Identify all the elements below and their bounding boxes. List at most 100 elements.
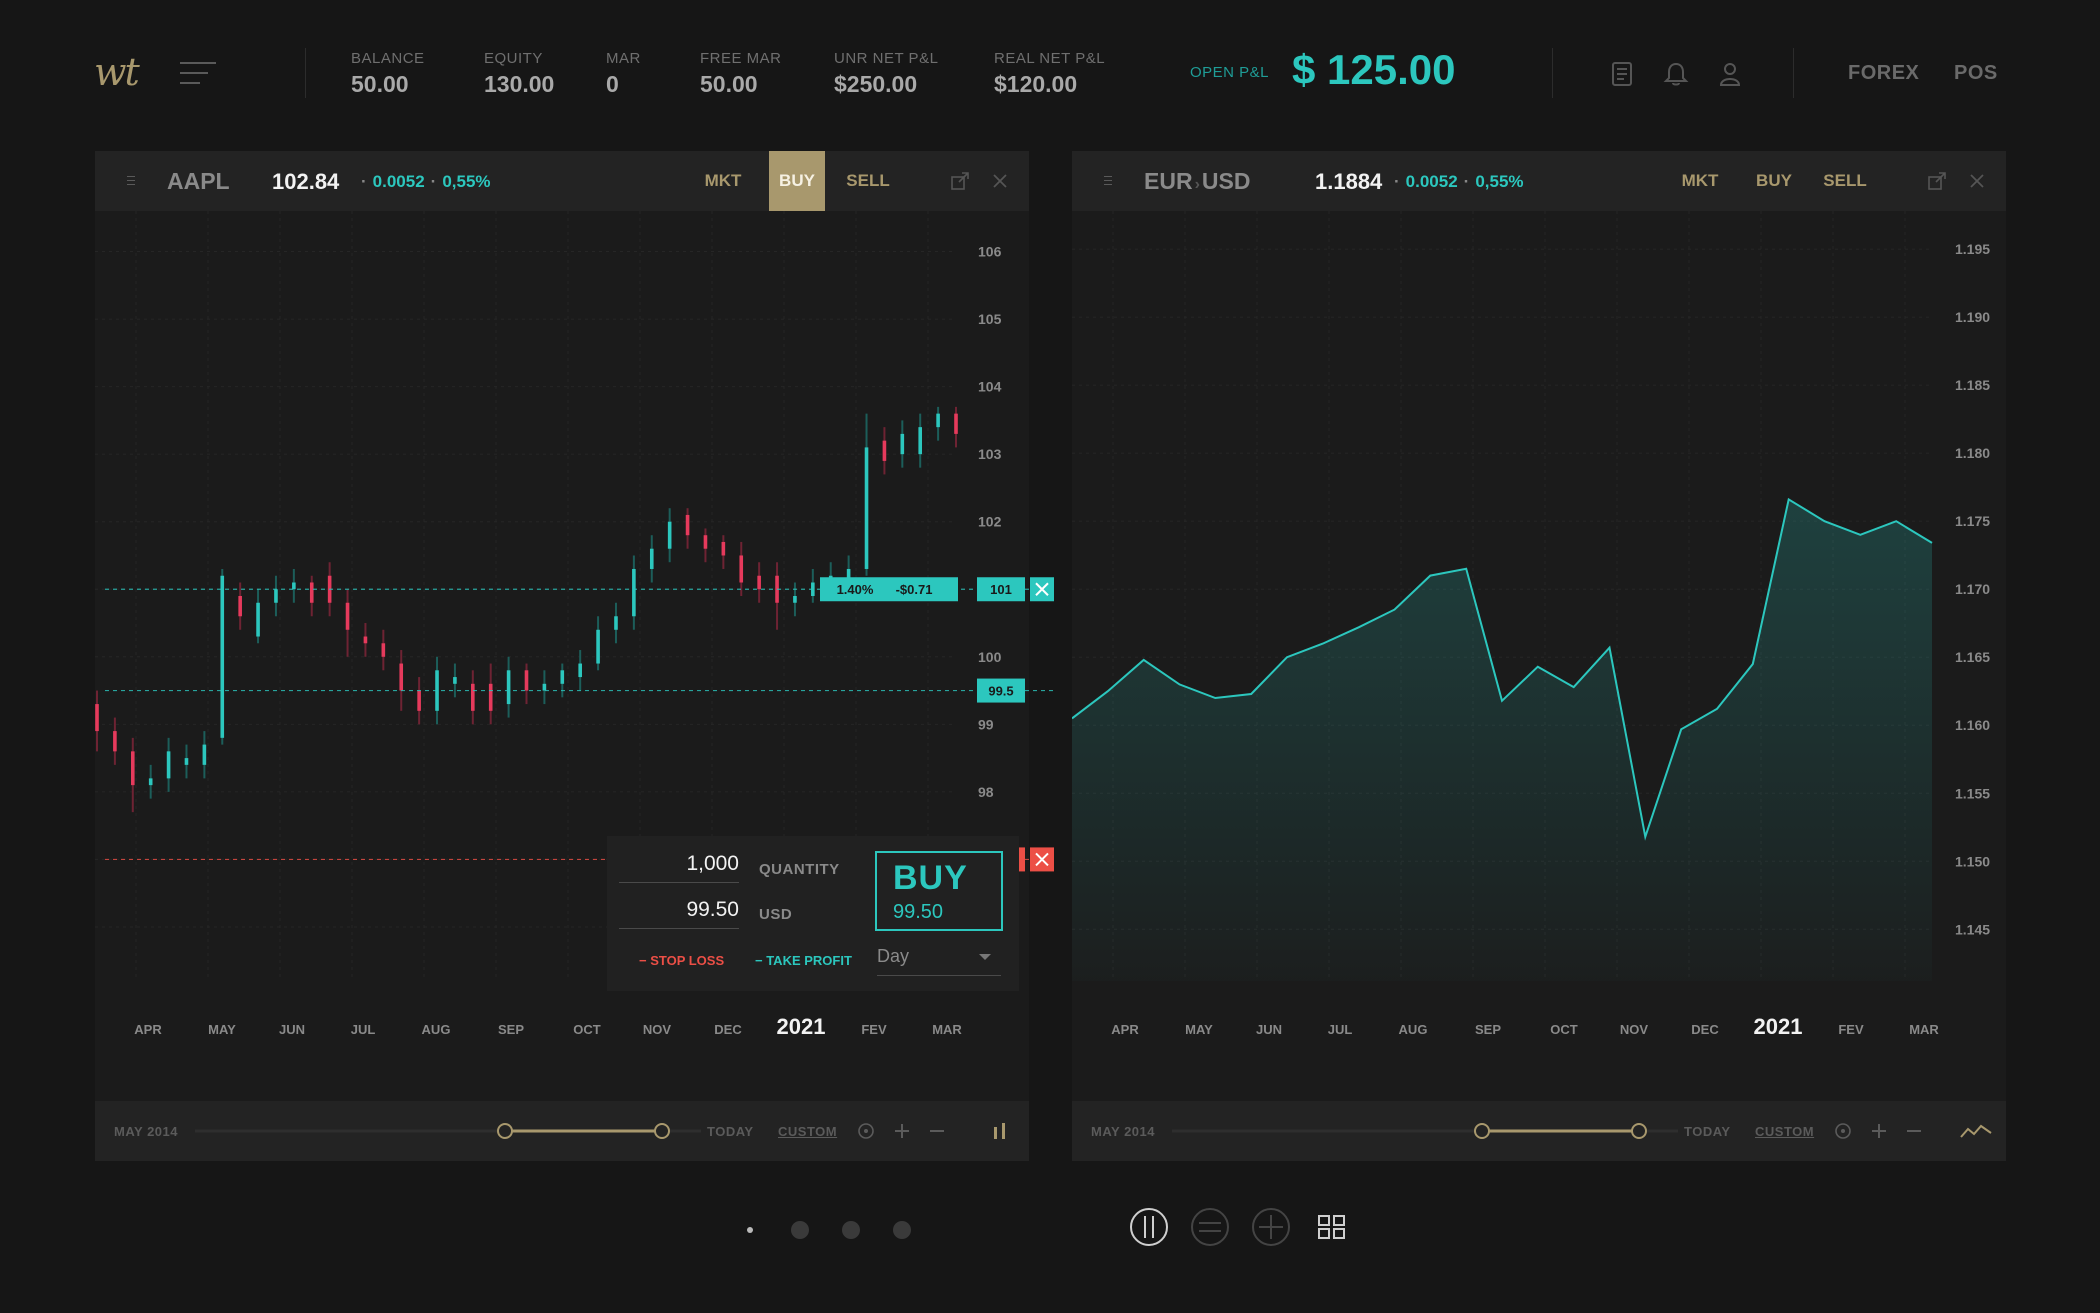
range-handle-start[interactable] <box>497 1123 513 1139</box>
range-handle-end[interactable] <box>654 1123 670 1139</box>
symbol-quote: USD <box>1201 168 1251 194</box>
candle-body <box>130 751 135 786</box>
candlestick-type-icon[interactable] <box>988 1119 1012 1143</box>
layout-rows-icon[interactable] <box>1190 1207 1230 1247</box>
x-tick-label: MAY <box>208 1022 236 1037</box>
zoom-out-icon[interactable] <box>925 1119 949 1143</box>
line-chart-type-icon[interactable] <box>1959 1119 1993 1143</box>
drag-handle-icon[interactable] <box>1104 176 1114 186</box>
candle-body <box>757 575 761 590</box>
x-tick-label: APR <box>1111 1022 1139 1037</box>
divider <box>305 48 306 98</box>
stat-value: $120.00 <box>994 71 1078 97</box>
range-handle-end[interactable] <box>1631 1123 1647 1139</box>
chart-panel-eurusd: EUR ›USD 1.1884 · 0.0052 · 0,55% MKT BUY SEL… <box>1072 151 2006 1161</box>
order-ticket: 1,000 QUANTITY 99.50 USD BUY 99.50 − STO… <box>607 836 1019 991</box>
candle-body <box>632 568 636 617</box>
stat-label: MAR <box>606 50 641 67</box>
layout-columns-icon[interactable] <box>1129 1207 1169 1247</box>
page-dot-active[interactable] <box>747 1227 753 1233</box>
x-tick-label: MAR <box>932 1022 962 1037</box>
candle-body <box>292 582 296 590</box>
candle-body <box>95 704 99 732</box>
popout-icon[interactable] <box>950 171 970 191</box>
layout-grid-icon[interactable] <box>1312 1207 1352 1247</box>
range-handle-start[interactable] <box>1474 1123 1490 1139</box>
mkt-button[interactable]: MKT <box>1672 151 1728 211</box>
range-slider[interactable] <box>195 1121 795 1141</box>
app-logo[interactable]: wt <box>94 50 140 94</box>
y-tick-label: 99 <box>978 716 994 732</box>
candle-body <box>524 670 529 691</box>
take-profit-button[interactable]: − TAKE PROFIT <box>755 953 852 968</box>
sell-button[interactable]: SELL <box>837 151 899 211</box>
duration-value: Day <box>877 946 910 966</box>
y-tick-label: 1.160 <box>1955 717 1990 733</box>
order-pl-amount: -$0.71 <box>896 582 933 597</box>
custom-range-button[interactable]: CUSTOM <box>778 1124 837 1139</box>
candle-body <box>345 602 350 630</box>
x-tick-label: NOV <box>1620 1022 1649 1037</box>
range-slider[interactable] <box>1172 1121 1772 1141</box>
order-price-label: 101 <box>990 582 1012 597</box>
page-dot[interactable] <box>791 1221 809 1239</box>
nav-positions[interactable]: POS <box>1954 62 1998 85</box>
stop-loss-button[interactable]: − STOP LOSS <box>639 953 724 968</box>
today-button[interactable]: TODAY <box>1684 1124 1731 1139</box>
quantity-input[interactable]: 1,000 <box>619 852 739 883</box>
buy-button[interactable]: BUY <box>769 151 825 211</box>
news-icon[interactable] <box>1608 60 1636 88</box>
y-tick-label: 1.190 <box>1955 309 1990 325</box>
y-tick-label: 102 <box>978 514 1002 530</box>
x-tick-label: SEP <box>498 1022 524 1037</box>
x-tick-label: 2021 <box>777 1014 826 1039</box>
change-percent: 0,55% <box>1475 172 1524 191</box>
zoom-out-icon[interactable] <box>1902 1119 1926 1143</box>
duration-select[interactable]: Day <box>877 946 1001 976</box>
candle-body <box>793 596 797 603</box>
target-icon[interactable] <box>854 1119 878 1143</box>
user-icon[interactable] <box>1716 60 1744 88</box>
zoom-in-icon[interactable] <box>1867 1119 1891 1143</box>
last-price: 102.84 <box>272 169 340 194</box>
submit-buy-button[interactable]: BUY 99.50 <box>875 851 1003 931</box>
candle-body <box>274 589 278 603</box>
price-input[interactable]: 99.50 <box>619 898 739 929</box>
layout-add-icon[interactable] <box>1251 1207 1291 1247</box>
candle-body <box>488 683 493 711</box>
x-tick-label: JUL <box>1328 1022 1353 1037</box>
target-icon[interactable] <box>1831 1119 1855 1143</box>
close-icon[interactable] <box>990 171 1010 191</box>
buy-button[interactable]: BUY <box>1746 151 1802 211</box>
close-icon[interactable] <box>1967 171 1987 191</box>
page-dot[interactable] <box>893 1221 911 1239</box>
stat-value: 0 <box>606 71 619 97</box>
candle-body <box>309 582 314 603</box>
y-tick-label: 1.195 <box>1955 241 1990 257</box>
candle-body <box>453 677 457 684</box>
x-tick-label: OCT <box>1550 1022 1578 1037</box>
custom-range-button[interactable]: CUSTOM <box>1755 1124 1814 1139</box>
nav-forex[interactable]: FOREX <box>1848 62 1919 85</box>
page-dot[interactable] <box>842 1221 860 1239</box>
today-button[interactable]: TODAY <box>707 1124 754 1139</box>
x-tick-label: JUN <box>1256 1022 1282 1037</box>
mkt-button[interactable]: MKT <box>695 151 751 211</box>
candle-body <box>685 514 690 536</box>
divider <box>1793 48 1794 98</box>
sell-button[interactable]: SELL <box>1814 151 1876 211</box>
candle-body <box>667 521 672 549</box>
area-chart[interactable]: 1.145 1.150 1.155 1.160 1.165 1.170 1.175 1.180… <box>1072 211 2006 1101</box>
symbol-name: AAPL <box>167 168 230 194</box>
menu-icon[interactable] <box>180 62 216 84</box>
x-tick-label: MAR <box>1909 1022 1939 1037</box>
drag-handle-icon[interactable] <box>127 176 137 186</box>
bell-icon[interactable] <box>1662 60 1690 88</box>
open-pl-value: $ 125.00 <box>1292 46 1456 93</box>
zoom-in-icon[interactable] <box>890 1119 914 1143</box>
y-tick-label: 104 <box>978 379 1002 395</box>
symbol-base: EUR <box>1144 168 1193 194</box>
popout-icon[interactable] <box>1927 171 1947 191</box>
y-tick-label: 103 <box>978 446 1002 462</box>
submit-buy-label: BUY <box>893 859 968 897</box>
